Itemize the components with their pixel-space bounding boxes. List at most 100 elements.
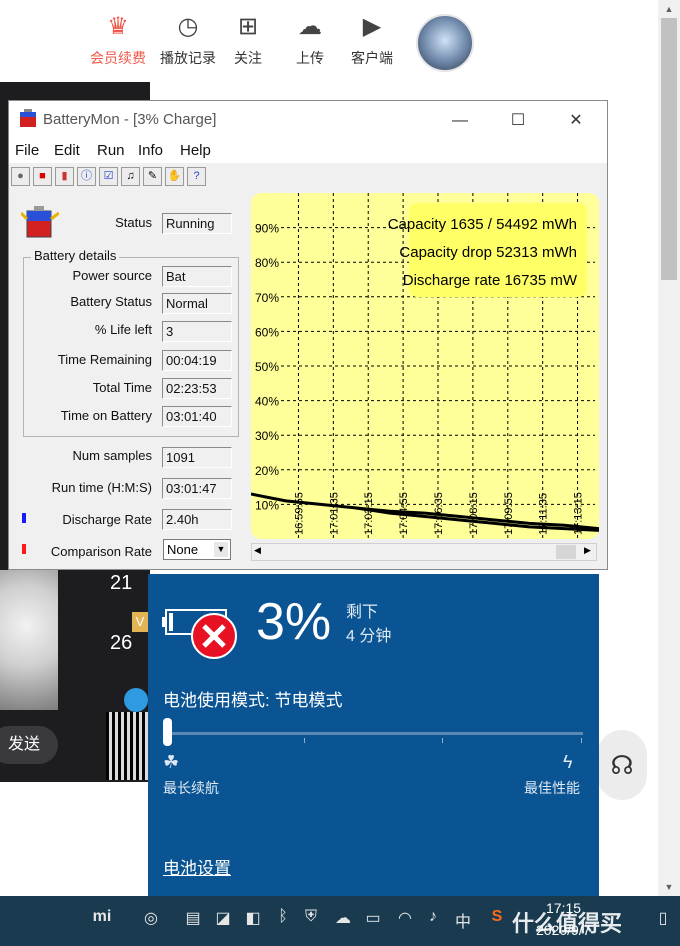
nav-play-history[interactable]: ◷ 播放记录: [158, 12, 218, 68]
menu-file[interactable]: File: [15, 142, 39, 159]
help-button[interactable]: ?: [187, 167, 206, 186]
volume-icon[interactable]: ♪: [422, 908, 444, 926]
nav-label: 关注: [234, 50, 262, 66]
remaining-label: 剩下: [346, 604, 379, 621]
chevron-down-icon[interactable]: ▼: [214, 542, 228, 557]
battery-warning-icon[interactable]: ▭: [362, 908, 384, 928]
record-button[interactable]: ●: [11, 167, 30, 186]
remaining-time: 4 分钟: [346, 628, 392, 645]
qr-code-image: [106, 712, 150, 780]
window-title: BatteryMon - [3% Charge]: [43, 111, 217, 128]
info-line: Discharge rate 16735 mW: [403, 272, 578, 289]
wifi-icon[interactable]: ◠: [394, 908, 416, 928]
battery-app-icon: [20, 109, 36, 127]
status-value: Running: [162, 213, 232, 234]
crown-icon: ♛: [107, 13, 129, 40]
checklist-button[interactable]: ☑: [99, 167, 118, 186]
slider-tick: [442, 738, 443, 743]
discharge-rate-value: 2.40h: [162, 509, 232, 530]
time-on-battery-label: Time on Battery: [60, 408, 152, 423]
background-number: 26: [110, 632, 133, 654]
y-tick-label: 10%: [255, 498, 279, 512]
battery-logo-icon: [21, 206, 59, 238]
scroll-right-arrow-icon[interactable]: ▶: [584, 545, 591, 556]
nav-client[interactable]: ▶ 客户端: [342, 12, 402, 68]
scroll-down-arrow-icon[interactable]: ▼: [661, 880, 677, 894]
y-tick-label: 60%: [255, 325, 279, 339]
num-samples-label: Num samples: [72, 448, 152, 463]
bell-icon: ♫: [126, 170, 135, 182]
wand-icon: ✎: [147, 170, 158, 182]
play-screen-icon: ▶: [362, 13, 382, 40]
chart-horizontal-scrollbar[interactable]: ◀ ▶: [251, 543, 597, 561]
vip-badge: V: [132, 612, 148, 632]
sogou-input-icon[interactable]: S: [486, 908, 508, 926]
nav-membership-renew[interactable]: ♛ 会员续费: [88, 12, 148, 68]
title-bar[interactable]: BatteryMon - [3% Charge] — ☐ ✕: [9, 101, 607, 139]
run-time-label: Run time (H:M:S): [51, 480, 152, 495]
nav-upload[interactable]: ☁ 上传: [280, 12, 340, 68]
best-performance-label: 最佳性能: [524, 780, 580, 796]
time-remaining-value: 00:04:19: [162, 350, 232, 371]
batterymon-window: BatteryMon - [3% Charge] — ☐ ✕ File Edit…: [8, 100, 608, 570]
ime-indicator[interactable]: 中: [452, 908, 474, 932]
stop-icon: ■: [39, 170, 46, 182]
y-tick-label: 90%: [255, 222, 279, 236]
battery-chart-svg: 90% 80% 70% 60% 50% 40% 30% 20% 10% 16:59:55 17:01…: [250, 193, 600, 539]
battery-status-value: Normal: [162, 293, 232, 314]
cloud-offline-icon[interactable]: ☁: [332, 908, 354, 928]
nav-follow[interactable]: ⊞ 关注: [218, 12, 278, 68]
status-label: Status: [115, 215, 152, 230]
scroll-left-arrow-icon[interactable]: ◀: [254, 545, 261, 556]
discharge-rate-label: Discharge Rate: [62, 512, 152, 527]
power-source-label: Power source: [72, 268, 152, 283]
slider-tick: [304, 738, 305, 743]
power-mode-slider[interactable]: [165, 732, 583, 735]
xiaomi-logo-icon[interactable]: mi: [88, 908, 116, 926]
y-tick-label: 80%: [255, 256, 279, 270]
headset-support-button[interactable]: ☊: [597, 730, 647, 800]
life-left-value: 3: [162, 321, 232, 342]
menu-edit[interactable]: Edit: [54, 142, 80, 159]
slider-thumb[interactable]: [163, 718, 172, 746]
security-shield-icon[interactable]: ⛨: [300, 908, 322, 926]
menu-help[interactable]: Help: [180, 142, 211, 159]
notification-icon[interactable]: ▯: [652, 908, 674, 928]
battery-button[interactable]: ▮: [55, 167, 74, 186]
mascot-icon: [124, 688, 148, 712]
menu-info[interactable]: Info: [138, 142, 163, 159]
info-button[interactable]: ⓘ: [77, 167, 96, 186]
info-line: Capacity drop 52313 mWh: [399, 244, 577, 261]
battery-settings-link[interactable]: 电池设置: [163, 854, 231, 879]
battery-chart: 90% 80% 70% 60% 50% 40% 30% 20% 10% 16:59:55 17:01…: [250, 193, 600, 539]
scrollbar-thumb[interactable]: [556, 545, 576, 559]
x-tick-label: 17:03:15: [363, 492, 375, 535]
maximize-button[interactable]: ☐: [495, 107, 541, 135]
close-button[interactable]: ✕: [553, 107, 599, 135]
stop-button[interactable]: ■: [33, 167, 52, 186]
x-tick-label: 17:01:35: [328, 492, 340, 535]
nav-label: 上传: [296, 50, 324, 66]
avatar[interactable]: [416, 14, 474, 72]
comparison-rate-label: Comparison Rate: [50, 544, 152, 559]
nvidia-icon[interactable]: ◪: [212, 908, 234, 928]
x-tick-label: 17:09:55: [503, 492, 515, 535]
battery-flyout: 3% 剩下 4 分钟 电池使用模式: 节电模式 ☘ ϟ 最长续航 最佳性能 电池…: [148, 574, 599, 896]
y-tick-label: 50%: [255, 360, 279, 374]
bluetooth-icon[interactable]: ᛒ: [272, 908, 294, 926]
refresh-button[interactable]: ✋: [165, 167, 184, 186]
send-button[interactable]: 发送: [0, 726, 58, 764]
comparison-rate-select[interactable]: None ▼: [163, 539, 231, 560]
memory-icon[interactable]: ▤: [182, 908, 204, 928]
options-button[interactable]: ✎: [143, 167, 162, 186]
scrollbar-thumb[interactable]: [661, 18, 677, 280]
gpu-z-icon[interactable]: ◧: [242, 908, 264, 928]
help-icon: ?: [193, 170, 200, 182]
menu-run[interactable]: Run: [97, 142, 125, 159]
alarm-button[interactable]: ♫: [121, 167, 140, 186]
power-source-value: Bat: [162, 266, 232, 287]
x-tick-label: 17:08:15: [468, 492, 480, 535]
minimize-button[interactable]: —: [437, 107, 483, 135]
browser-icon[interactable]: ◎: [140, 908, 162, 928]
scroll-up-arrow-icon[interactable]: ▲: [661, 2, 677, 16]
